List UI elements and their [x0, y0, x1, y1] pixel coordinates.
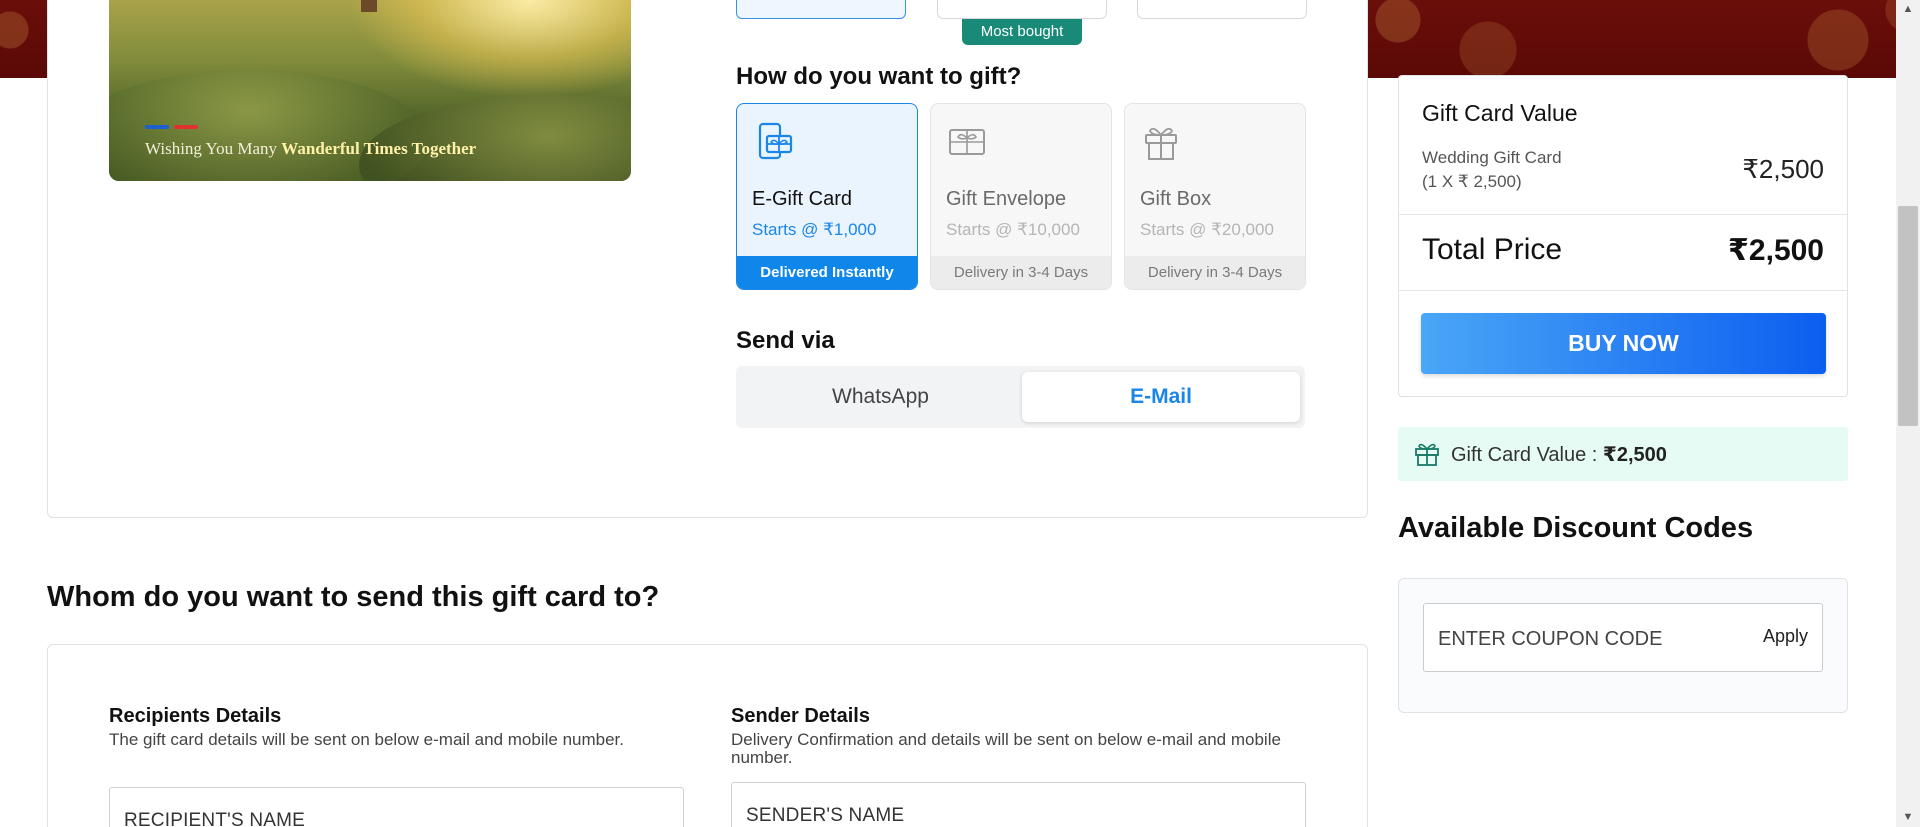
coupon-code-input[interactable]: ENTER COUPON CODE Apply — [1423, 603, 1823, 672]
send-via-whatsapp-button[interactable]: WhatsApp — [742, 372, 1019, 422]
gift-method-title: How do you want to gift? — [736, 63, 1022, 90]
gift-option-price: Starts @ ₹1,000 — [752, 220, 877, 239]
denomination-card[interactable] — [1137, 0, 1307, 19]
gift-option-price: Starts @ ₹10,000 — [946, 220, 1080, 239]
divider — [1399, 290, 1847, 291]
denomination-card[interactable] — [937, 0, 1107, 19]
sender-name-field[interactable]: SENDER'S NAME — [731, 782, 1306, 827]
divider — [1399, 214, 1847, 215]
gift-option-name: Gift Envelope — [946, 188, 1067, 210]
gift-option-delivery: Delivered Instantly — [737, 256, 917, 289]
gift-option-name: Gift Box — [1140, 188, 1212, 210]
scroll-up-icon[interactable]: ▲ — [1900, 2, 1916, 16]
recipients-details-title: Recipients Details — [109, 705, 282, 727]
most-bought-badge: Most bought — [962, 19, 1082, 45]
coupon-code-placeholder: ENTER COUPON CODE — [1438, 628, 1663, 650]
gift-option-name: E-Gift Card — [752, 188, 853, 210]
gift-option-delivery: Delivery in 3-4 Days — [931, 256, 1111, 289]
sender-name-placeholder: SENDER'S NAME — [746, 805, 905, 826]
sender-details-title: Sender Details — [731, 705, 870, 727]
gift-icon — [1415, 443, 1439, 466]
recipient-name-placeholder: RECIPIENT'S NAME — [124, 810, 306, 827]
denomination-card[interactable] — [736, 0, 906, 19]
total-price-value: ₹2,500 — [1728, 234, 1824, 267]
send-via-email-button[interactable]: E-Mail — [1022, 372, 1300, 422]
recipient-section-title: Whom do you want to send this gift card … — [47, 581, 660, 613]
recipient-name-field[interactable]: RECIPIENT'S NAME — [109, 787, 684, 827]
order-summary-card: Gift Card Value Wedding Gift Card (1 X ₹… — [1398, 75, 1848, 397]
gift-option-price: Starts @ ₹20,000 — [1140, 220, 1274, 239]
scrollbar-thumb[interactable] — [1898, 206, 1918, 426]
discount-codes-box: ENTER COUPON CODE Apply — [1398, 578, 1848, 713]
envelope-gift-icon — [949, 129, 985, 155]
apply-coupon-button[interactable]: Apply — [1763, 626, 1808, 647]
summary-item: Wedding Gift Card (1 X ₹ 2,500) — [1422, 146, 1562, 194]
buy-now-button[interactable]: BUY NOW — [1421, 313, 1826, 374]
gift-option-gift-box[interactable]: Gift Box Starts @ ₹20,000 Delivery in 3-… — [1124, 103, 1306, 290]
total-price-label: Total Price — [1422, 233, 1563, 266]
scroll-down-icon[interactable]: ▼ — [1900, 810, 1916, 824]
sender-details-desc: Delivery Confirmation and details will b… — [731, 730, 1281, 767]
gift-option-delivery: Delivery in 3-4 Days — [1125, 256, 1305, 289]
decorative-banner-left — [0, 0, 47, 78]
summary-heading: Gift Card Value — [1422, 100, 1578, 126]
gift-option-gift-envelope[interactable]: Gift Envelope Starts @ ₹10,000 Delivery … — [930, 103, 1112, 290]
summary-item-name: Wedding Gift Card — [1422, 148, 1562, 167]
gift-box-icon — [1145, 127, 1177, 160]
phone-gift-icon — [758, 122, 793, 160]
gift-card-value-banner: Gift Card Value : ₹2,500 — [1398, 427, 1848, 481]
recipients-details-desc: The gift card details will be sent on be… — [109, 730, 624, 749]
send-via-title: Send via — [736, 327, 835, 354]
summary-item-qty: (1 X ₹ 2,500) — [1422, 172, 1522, 191]
gift-card-value-text: Gift Card Value : ₹2,500 — [1451, 444, 1667, 466]
gift-option-e-gift-card[interactable]: E-Gift Card Starts @ ₹1,000 Delivered In… — [736, 103, 918, 290]
decorative-banner-right — [1368, 0, 1916, 78]
send-via-toggle: WhatsApp E-Mail — [736, 366, 1305, 428]
summary-item-value: ₹2,500 — [1742, 154, 1824, 184]
discount-codes-title: Available Discount Codes — [1398, 512, 1754, 544]
